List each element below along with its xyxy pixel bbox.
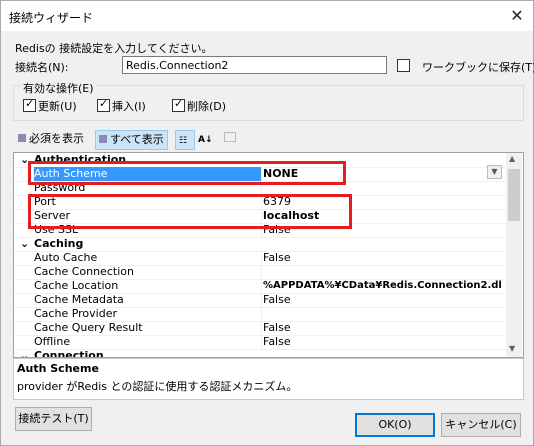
- save-to-workbook-label: ワークブックに保存(T): [422, 61, 534, 74]
- title-bar: 接続ウィザード ✕: [1, 1, 533, 31]
- property-pages-button[interactable]: [221, 130, 239, 148]
- close-icon[interactable]: ✕: [505, 5, 529, 27]
- scroll-up-icon[interactable]: ▲: [509, 154, 515, 163]
- category-label: Connection: [34, 349, 104, 358]
- window-title: 接続ウィザード: [9, 11, 94, 25]
- property-pages-icon: [224, 132, 236, 142]
- scroll-thumb[interactable]: [508, 169, 520, 221]
- property-value[interactable]: False: [263, 321, 291, 335]
- cancel-button[interactable]: キャンセル(C): [441, 413, 521, 437]
- highlight-box-auth-scheme: [28, 161, 346, 185]
- show-required-button[interactable]: 必須を表示: [15, 130, 87, 148]
- auth-scheme-dropdown-icon[interactable]: ▼: [487, 165, 502, 179]
- category-caching[interactable]: ⌄ Caching: [14, 237, 506, 252]
- category-label: Caching: [34, 237, 84, 250]
- property-name: Cache Provider: [34, 307, 117, 320]
- scroll-down-icon[interactable]: ▼: [509, 344, 515, 353]
- save-to-workbook-checkbox[interactable]: [397, 59, 410, 72]
- dialog-window: 接続ウィザード ✕ Redisの 接続設定を入力してください。 接続名(N): …: [0, 0, 534, 446]
- grid-scrollbar[interactable]: ▲ ▼: [506, 153, 522, 357]
- delete-label: 削除(D): [187, 100, 227, 113]
- property-row-offline[interactable]: Offline False: [14, 335, 506, 350]
- description-panel: Auth Scheme provider がRedis との認証に使用する認証メ…: [13, 358, 524, 400]
- property-value[interactable]: False: [263, 293, 291, 307]
- update-label: 更新(U): [38, 100, 77, 113]
- property-name: Cache Query Result: [34, 321, 143, 334]
- delete-checkbox[interactable]: [172, 97, 185, 112]
- property-row-cache-metadata[interactable]: Cache Metadata False: [14, 293, 506, 308]
- test-connection-button[interactable]: 接続テスト(T): [15, 407, 92, 431]
- ok-button[interactable]: OK(O): [355, 413, 435, 437]
- intro-text: Redisの 接続設定を入力してください。: [15, 42, 213, 55]
- connection-name-label: 接続名(N):: [15, 61, 69, 74]
- all-icon: [99, 135, 107, 143]
- categorized-view-button[interactable]: ☷: [175, 130, 195, 150]
- property-name: Cache Location: [34, 279, 119, 292]
- required-icon: [18, 134, 26, 142]
- property-name: Offline: [34, 335, 71, 348]
- update-checkbox[interactable]: [23, 97, 36, 112]
- highlight-box-port-server: [28, 194, 352, 229]
- description-text: provider がRedis との認証に使用する認証メカニズム。: [17, 380, 298, 393]
- property-value[interactable]: False: [263, 335, 291, 349]
- category-connection[interactable]: ⌄ Connection: [14, 349, 506, 358]
- description-title: Auth Scheme: [17, 362, 99, 375]
- insert-label: 挿入(I): [112, 100, 146, 113]
- category-expander-icon[interactable]: ⌄: [20, 237, 29, 251]
- show-all-button[interactable]: すべて表示: [95, 130, 168, 150]
- property-row-cache-location[interactable]: Cache Location %APPDATA%¥CData¥Redis.Con…: [14, 279, 506, 294]
- property-value[interactable]: False: [263, 251, 291, 265]
- property-value[interactable]: %APPDATA%¥CData¥Redis.Connection2.dl: [263, 279, 502, 293]
- property-name: Cache Metadata: [34, 293, 124, 306]
- category-expander-icon[interactable]: ⌄: [20, 349, 29, 357]
- property-row-cache-query-result[interactable]: Cache Query Result False: [14, 321, 506, 336]
- property-row-cache-provider[interactable]: Cache Provider: [14, 307, 506, 322]
- show-required-label: 必須を表示: [29, 132, 84, 145]
- insert-checkbox[interactable]: [97, 97, 110, 112]
- categorized-icon: ☷: [179, 136, 188, 146]
- show-all-label: すべて表示: [110, 133, 164, 146]
- operations-legend: 有効な操作(E): [21, 80, 96, 96]
- property-row-cache-connection[interactable]: Cache Connection: [14, 265, 506, 280]
- property-name: Auto Cache: [34, 251, 98, 264]
- connection-name-input[interactable]: [122, 56, 387, 74]
- property-name: Cache Connection: [34, 265, 134, 278]
- sort-alpha-button[interactable]: A↓: [195, 130, 216, 148]
- property-row-auto-cache[interactable]: Auto Cache False: [14, 251, 506, 266]
- sort-alpha-icon: A↓: [198, 135, 213, 145]
